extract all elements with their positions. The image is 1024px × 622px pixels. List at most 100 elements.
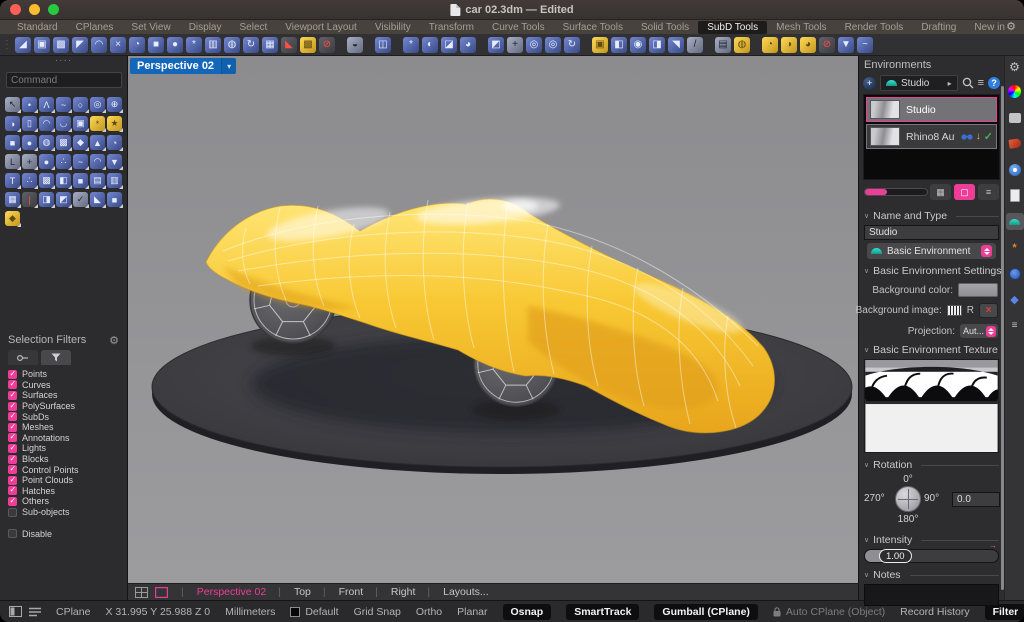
menu-tab[interactable]: Set View [122, 21, 179, 34]
remove-image-button[interactable]: × [979, 303, 998, 318]
viewport-maximized-icon[interactable] [155, 587, 168, 598]
filter-checkbox[interactable] [8, 465, 17, 474]
texture-section-header[interactable]: ∨ Basic Environment Texture [864, 344, 999, 356]
sidebar-tool-icon[interactable]: ■ [73, 173, 88, 188]
sidebar-tool-icon[interactable]: T [5, 173, 20, 188]
menu-tab[interactable]: Mesh Tools [767, 21, 835, 34]
sidebar-tool-icon[interactable]: ■ [107, 192, 122, 207]
download-icon[interactable]: ↓ [976, 131, 981, 142]
filter-row[interactable]: Sub-objects [0, 507, 127, 518]
materials-panel-tab[interactable] [1006, 265, 1024, 282]
sidebar-tool-icon[interactable]: ● [39, 154, 54, 169]
cplane-pane[interactable]: CPlane [56, 606, 90, 618]
toolbar-tool-icon[interactable]: ◕ [460, 37, 476, 53]
filter-row[interactable]: Curves [0, 380, 127, 391]
sidebar-tool-icon[interactable]: Λ [39, 97, 54, 112]
filter-row[interactable]: Surfaces [0, 390, 127, 401]
menu-tab[interactable]: Viewport Layout [276, 21, 366, 34]
toolbar-tool-icon[interactable]: ◥ [668, 37, 684, 53]
viewport-tab[interactable]: Top [272, 586, 317, 598]
menu-tab[interactable]: Standard [8, 21, 67, 34]
rendering-panel-tab[interactable] [1006, 135, 1024, 152]
libraries-panel-tab[interactable]: ◆ [1006, 291, 1024, 308]
sidebar-tool-icon[interactable]: ◩ [56, 192, 71, 207]
environment-name-field[interactable]: Studio [864, 225, 999, 240]
sidebar-tool-icon[interactable]: ◣ [90, 192, 105, 207]
coordinates-pane[interactable]: X 31.995 Y 25.988 Z 0 [105, 606, 210, 618]
toolbar-tool-icon[interactable]: ◤ [72, 37, 88, 53]
rotation-value-field[interactable]: 0.0 [952, 492, 1000, 507]
intensity-section-header[interactable]: ∨ Intensity [864, 534, 999, 546]
sidebar-tool-icon[interactable]: ◍ [39, 135, 54, 150]
sidebar-tool-icon[interactable]: ▥ [107, 173, 122, 188]
panel-gear-icon[interactable]: ⚙ [1009, 60, 1020, 74]
environments-panel-tab[interactable] [1006, 213, 1024, 230]
toolbar-tool-icon[interactable]: ◐ [422, 37, 438, 53]
projection-dropdown[interactable]: Aut... [960, 324, 998, 338]
sidebar-tool-icon[interactable]: ~ [73, 154, 88, 169]
filter-checkbox[interactable] [8, 486, 17, 495]
menu-tab[interactable]: New in V8 [965, 21, 1006, 34]
filter-row[interactable]: SubDs [0, 411, 127, 422]
toolbar-tool-icon[interactable]: ◫ [375, 37, 391, 53]
minimize-button[interactable] [29, 4, 40, 15]
environment-texture-preview[interactable] [864, 359, 999, 453]
intensity-slider[interactable]: 1.00 [864, 549, 999, 563]
sidebar-tool-icon[interactable]: ∴ [22, 173, 37, 188]
sun-panel-tab[interactable]: * [1006, 239, 1024, 256]
toolbar-tool-icon[interactable]: / [687, 37, 703, 53]
intensity-value[interactable]: 1.00 [879, 549, 912, 563]
planar-toggle[interactable]: Planar [457, 606, 487, 618]
properties-panel-tab[interactable]: ≡ [1006, 317, 1024, 334]
list-view-button[interactable]: ≡ [978, 184, 999, 200]
sidebar-tool-icon[interactable]: ◡ [56, 116, 71, 131]
sidebar-tool-icon[interactable]: ■ [5, 135, 20, 150]
toolbar-tool-icon[interactable]: ■ [148, 37, 164, 53]
toolbar-tool-icon[interactable]: ⊘ [319, 37, 335, 53]
menu-tab[interactable]: Render Tools [836, 21, 913, 34]
toolbar-tool-icon[interactable]: ▼ [838, 37, 854, 53]
toolbar-tool-icon[interactable]: ◍ [734, 37, 750, 53]
toolbar-tool-icon[interactable]: ◣ [281, 37, 297, 53]
sidebar-tool-icon[interactable]: ▲ [90, 135, 105, 150]
toolbar-tool-icon[interactable]: ▩ [53, 37, 69, 53]
toolbar-tool-icon[interactable]: ▤ [715, 37, 731, 53]
sidebar-tool-icon[interactable]: ◨ [39, 192, 54, 207]
selection-filters-gear-icon[interactable]: ⚙ [109, 334, 119, 347]
sidebar-tool-icon[interactable]: ▩ [39, 173, 54, 188]
disable-checkbox[interactable] [8, 529, 17, 538]
menu-tab[interactable]: Transform [420, 21, 483, 34]
command-input[interactable] [6, 72, 122, 88]
filter-row[interactable]: Point Clouds [0, 475, 127, 486]
toolbar-tool-icon[interactable]: * [186, 37, 202, 53]
help-icon[interactable]: ? [988, 77, 1000, 89]
sidebar-tool-icon[interactable]: ◆ [5, 211, 20, 226]
notes-panel-tab[interactable] [1006, 187, 1024, 204]
sidebar-tool-icon[interactable]: • [22, 97, 37, 112]
basic-settings-section-header[interactable]: ∨ Basic Environment Settings [864, 265, 999, 277]
sidebar-tool-icon[interactable]: | [22, 192, 37, 207]
menu-tab[interactable]: Solid Tools [632, 21, 698, 34]
environment-item-rhino8-automotive[interactable]: Rhino8 Autom... ↓ ✓ [866, 124, 997, 149]
filter-checkbox[interactable] [8, 370, 17, 379]
command-history-icon[interactable] [29, 607, 41, 617]
objects-filter-tab[interactable] [8, 350, 38, 365]
osnap-toggle[interactable]: Osnap [503, 604, 552, 620]
toolbar-tool-icon[interactable]: ▣ [592, 37, 608, 53]
filter-row[interactable]: Lights [0, 443, 127, 454]
toolbar-tool-icon[interactable]: ▥ [205, 37, 221, 53]
viewport-dropdown-icon[interactable]: ▾ [221, 58, 236, 74]
filter-checkbox[interactable] [8, 476, 17, 485]
menubar-gear-icon[interactable]: ⚙ [1006, 22, 1016, 33]
filter-row[interactable]: Blocks [0, 454, 127, 465]
toolbar-tool-icon[interactable]: ◔ [762, 37, 778, 53]
filter-checkbox[interactable] [8, 497, 17, 506]
sidebar-tool-icon[interactable]: L [5, 154, 20, 169]
sidebar-drag-handle[interactable]: ···· [0, 56, 127, 69]
sidebar-tool-icon[interactable]: ★ [107, 116, 122, 131]
name-and-type-section-header[interactable]: ∨ Name and Type [864, 210, 999, 222]
toolbar-tool-icon[interactable]: ● [167, 37, 183, 53]
units-pane[interactable]: Millimeters [225, 606, 275, 618]
viewport-layout-grid-icon[interactable] [135, 587, 148, 598]
sidebar-tool-icon[interactable]: ∴ [56, 154, 71, 169]
